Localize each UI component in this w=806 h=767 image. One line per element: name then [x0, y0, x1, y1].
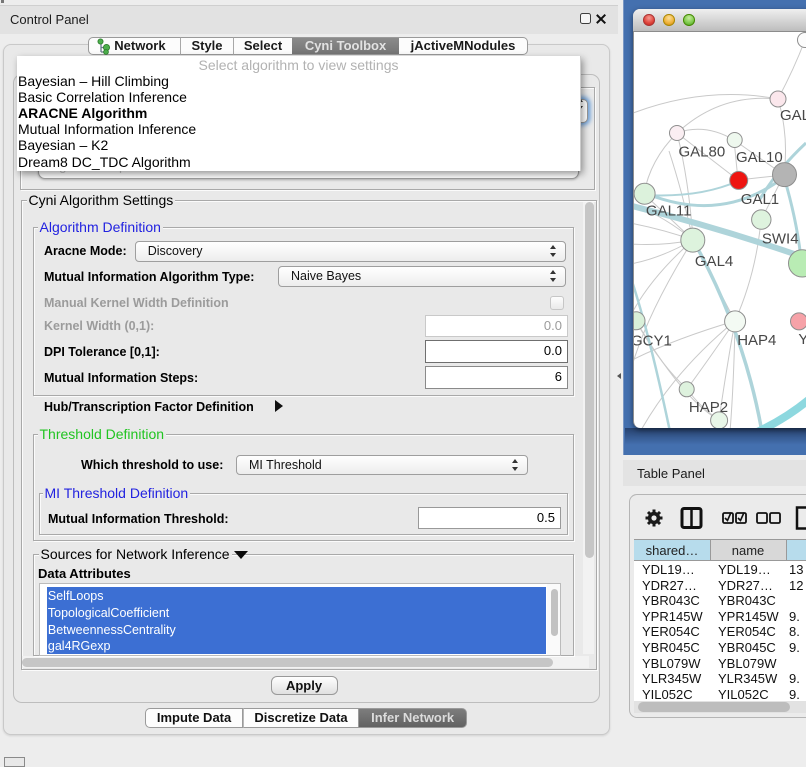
svg-text:GAL4: GAL4	[695, 253, 733, 270]
svg-text:SWI4: SWI4	[762, 231, 799, 248]
svg-text:HAP2: HAP2	[689, 399, 728, 416]
svg-text:GAL11: GAL11	[646, 203, 692, 220]
svg-text:GAL10: GAL10	[736, 149, 783, 166]
svg-text:GAL2: GAL2	[780, 107, 806, 124]
svg-text:GAL1: GAL1	[741, 191, 779, 208]
svg-text:YD: YD	[798, 331, 806, 348]
svg-text:GAL80: GAL80	[679, 144, 726, 161]
svg-text:HAP4: HAP4	[737, 332, 776, 349]
svg-text:GCY1: GCY1	[634, 333, 672, 350]
